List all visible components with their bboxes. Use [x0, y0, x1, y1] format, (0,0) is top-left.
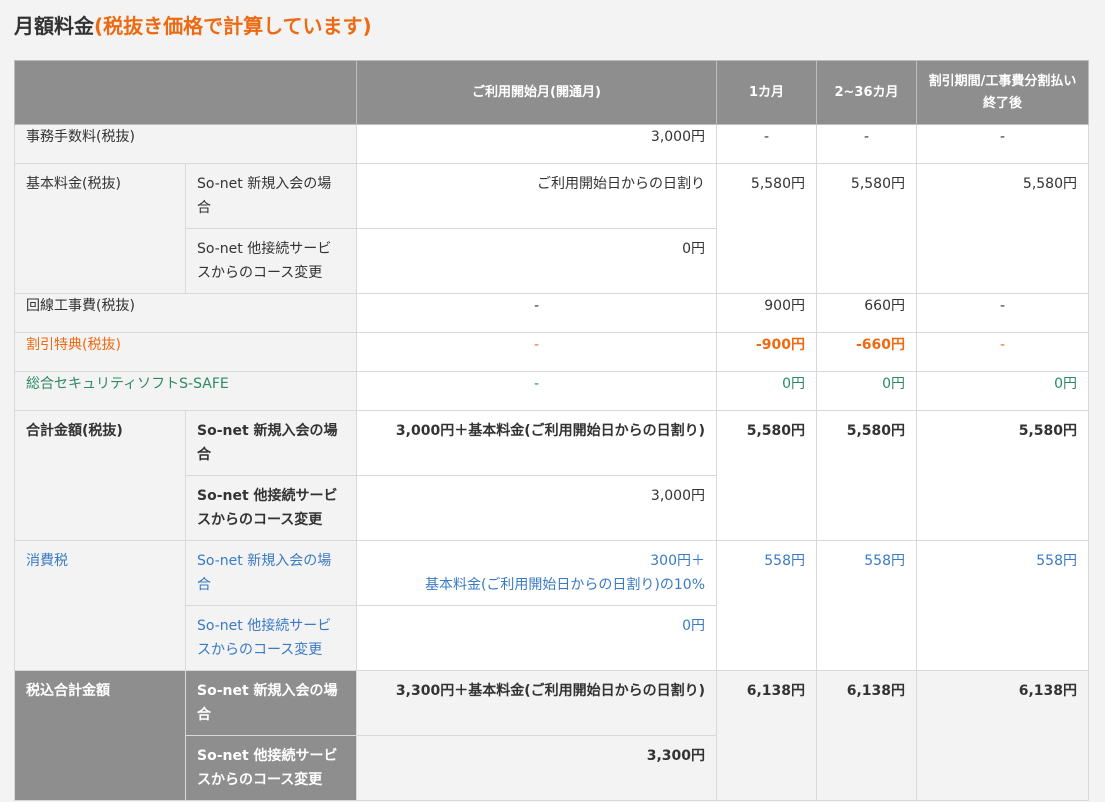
- sub-label-change: So-net 他接続サービスからのコース変更: [185, 228, 357, 294]
- cell-start-change: 3,300円: [356, 735, 717, 801]
- cell-after: 5,580円: [916, 410, 1089, 541]
- table-row-jimu: 事務手数料(税抜) 3,000円 - - -: [14, 124, 1089, 164]
- cell-1-month: 5,580円: [716, 163, 817, 294]
- header-start-month: ご利用開始月(開通月): [356, 60, 717, 125]
- table-row-goukei-new: 合計金額(税抜) So-net 新規入会の場合 3,000円＋基本料金(ご利用開…: [14, 410, 1089, 541]
- cell-start: -: [356, 371, 717, 411]
- table-row-safe: 総合セキュリティソフトS-SAFE - 0円 0円 0円: [14, 371, 1089, 411]
- cell-after: 6,138円: [916, 670, 1089, 801]
- cell-after: -: [916, 332, 1089, 372]
- cell-start-new: 3,000円＋基本料金(ご利用開始日からの日割り): [356, 410, 717, 476]
- cell-after: -: [916, 293, 1089, 333]
- sub-label-new: So-net 新規入会の場合: [185, 540, 357, 606]
- sub-label-new: So-net 新規入会の場合: [185, 670, 357, 736]
- header-after-discount: 割引期間/工事費分割払い終了後: [916, 60, 1089, 125]
- cell-start-new: 300円＋ 基本料金(ご利用開始日からの日割り)の10%: [356, 540, 717, 606]
- page-title: 月額料金(税抜き価格で計算しています): [14, 10, 372, 39]
- cell-1-month: 0円: [716, 371, 817, 411]
- table-row-kaisen: 回線工事費(税抜) - 900円 660円 -: [14, 293, 1089, 333]
- cell-2-36-months: 5,580円: [816, 410, 917, 541]
- tax-start-line-2: 基本料金(ご利用開始日からの日割り)の10%: [424, 577, 705, 593]
- cell-1-month: 6,138円: [716, 670, 817, 801]
- cell-2-36-months: 558円: [816, 540, 917, 671]
- row-label: 消費税: [14, 540, 186, 671]
- table-row-tax-new: 消費税 So-net 新規入会の場合 300円＋ 基本料金(ご利用開始日からの日割…: [14, 540, 1089, 671]
- row-label: 基本料金(税抜): [14, 163, 186, 294]
- row-label: 割引特典(税抜): [14, 332, 357, 372]
- sub-label-new: So-net 新規入会の場合: [185, 410, 357, 476]
- header-blank: [14, 60, 357, 125]
- cell-start: -: [356, 332, 717, 372]
- cell-start-change: 0円: [356, 228, 717, 294]
- cell-2-36-months: 5,580円: [816, 163, 917, 294]
- cell-after: 558円: [916, 540, 1089, 671]
- cell-start-change: 0円: [356, 605, 717, 671]
- cell-after: -: [916, 124, 1089, 164]
- cell-2-36-months: -660円: [816, 332, 917, 372]
- cell-start: 3,000円: [356, 124, 717, 164]
- cell-start: -: [356, 293, 717, 333]
- cell-2-36-months: 6,138円: [816, 670, 917, 801]
- row-label: 総合セキュリティソフトS-SAFE: [14, 371, 357, 411]
- cell-after: 0円: [916, 371, 1089, 411]
- table-row-total-new: 税込合計金額 So-net 新規入会の場合 3,300円＋基本料金(ご利用開始日…: [14, 670, 1089, 801]
- table-row-waribiki: 割引特典(税抜) - -900円 -660円 -: [14, 332, 1089, 372]
- cell-1-month: 5,580円: [716, 410, 817, 541]
- cell-2-36-months: 0円: [816, 371, 917, 411]
- monthly-fee-table: ご利用開始月(開通月) 1カ月 2~36カ月 割引期間/工事費分割払い終了後 事…: [14, 60, 1089, 801]
- header-1-month: 1カ月: [716, 60, 817, 125]
- cell-1-month: 900円: [716, 293, 817, 333]
- sub-label-change: So-net 他接続サービスからのコース変更: [185, 605, 357, 671]
- title-note: (税抜き価格で計算しています): [94, 14, 372, 38]
- header-2-36-months: 2~36カ月: [816, 60, 917, 125]
- cell-2-36-months: 660円: [816, 293, 917, 333]
- row-label: 合計金額(税抜): [14, 410, 186, 541]
- row-label: 回線工事費(税抜): [14, 293, 357, 333]
- row-label: 税込合計金額: [14, 670, 186, 801]
- cell-start-change: 3,000円: [356, 475, 717, 541]
- sub-label-new: So-net 新規入会の場合: [185, 163, 357, 229]
- cell-1-month: -: [716, 124, 817, 164]
- title-main: 月額料金: [14, 14, 94, 38]
- row-label: 事務手数料(税抜): [14, 124, 357, 164]
- sub-label-change: So-net 他接続サービスからのコース変更: [185, 475, 357, 541]
- sub-label-change: So-net 他接続サービスからのコース変更: [185, 735, 357, 801]
- cell-1-month: 558円: [716, 540, 817, 671]
- cell-after: 5,580円: [916, 163, 1089, 294]
- cell-start-new: 3,300円＋基本料金(ご利用開始日からの日割り): [356, 670, 717, 736]
- cell-start-new: ご利用開始日からの日割り: [356, 163, 717, 229]
- header-row: ご利用開始月(開通月) 1カ月 2~36カ月 割引期間/工事費分割払い終了後: [14, 60, 1089, 125]
- tax-start-line-1: 300円＋: [650, 553, 705, 569]
- cell-1-month: -900円: [716, 332, 817, 372]
- cell-2-36-months: -: [816, 124, 917, 164]
- table-row-kihon-new: 基本料金(税抜) So-net 新規入会の場合 ご利用開始日からの日割り 5,5…: [14, 163, 1089, 294]
